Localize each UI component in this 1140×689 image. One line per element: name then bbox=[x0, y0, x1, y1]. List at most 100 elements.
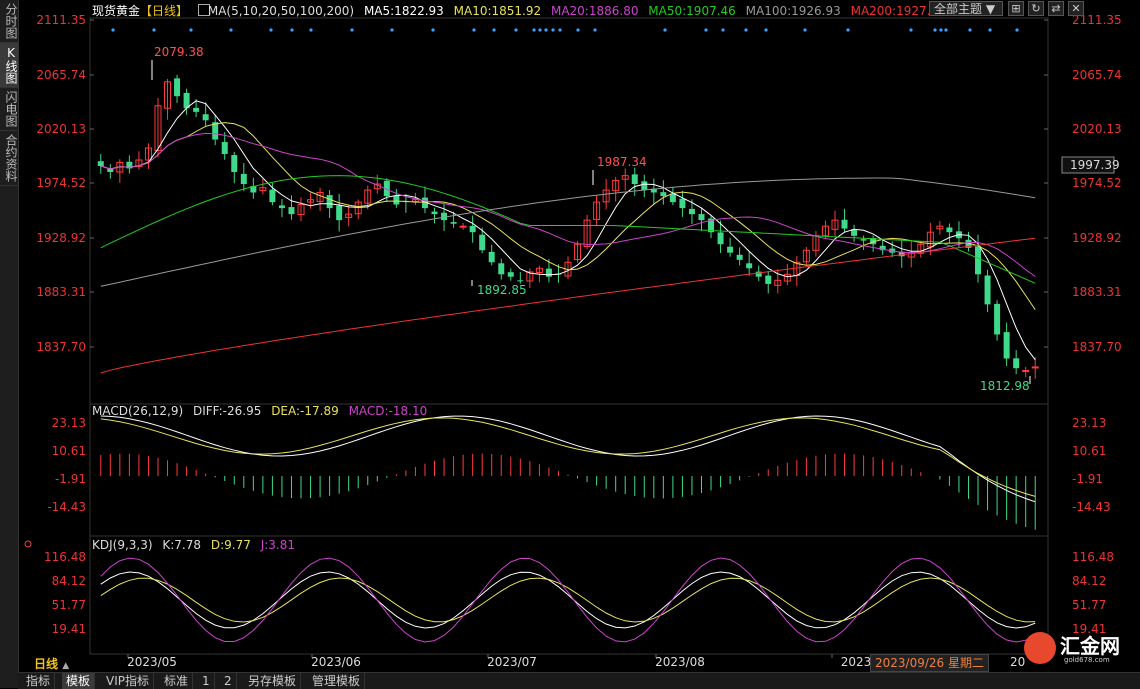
candle-down bbox=[97, 161, 104, 167]
kdj-label-left: 51.77 bbox=[52, 598, 86, 612]
candle-down bbox=[431, 211, 438, 215]
event-dot bbox=[846, 28, 850, 32]
macd-dea: DEA:-17.89 bbox=[271, 404, 339, 418]
date-label: 2023/05 bbox=[127, 655, 177, 669]
candle-down bbox=[545, 268, 552, 277]
event-dot bbox=[152, 28, 156, 32]
tab-save-template[interactable]: 另存模板 bbox=[244, 673, 302, 689]
price-label-left: 2065.74 bbox=[36, 68, 86, 82]
kdj-label-left: 116.48 bbox=[44, 550, 86, 564]
macd-label-right: -1.91 bbox=[1072, 472, 1103, 486]
event-dot bbox=[933, 28, 937, 32]
event-dot bbox=[111, 28, 115, 32]
candle-down bbox=[174, 78, 181, 97]
tab-1[interactable]: 1 bbox=[198, 673, 215, 689]
current-price-label: 1997.39 bbox=[1070, 158, 1120, 172]
macd-label-right: 10.61 bbox=[1072, 444, 1106, 458]
candle-down bbox=[679, 198, 686, 209]
event-dot bbox=[764, 28, 768, 32]
macd-panel-border bbox=[89, 403, 1049, 537]
candle-down bbox=[450, 222, 457, 224]
price-label-left: 1928.92 bbox=[36, 231, 86, 245]
macd-label-left: 10.61 bbox=[52, 444, 86, 458]
event-dot bbox=[390, 28, 394, 32]
tab-template[interactable]: 模板 bbox=[62, 673, 96, 689]
candle-down bbox=[507, 272, 514, 277]
theme-select[interactable]: 全部主题 ▼ bbox=[929, 1, 1003, 16]
candle-up bbox=[459, 225, 467, 228]
candle-down bbox=[278, 205, 285, 209]
candle-down bbox=[517, 280, 524, 282]
event-dot bbox=[939, 28, 943, 32]
chart-canvas[interactable]: 2111.35 2111.352065.74 2065.742020.13 2020.… bbox=[0, 0, 1140, 672]
event-dot bbox=[803, 28, 807, 32]
tab-manage-template[interactable]: 管理模板 bbox=[308, 673, 366, 689]
candle-down bbox=[488, 251, 495, 263]
event-dot bbox=[593, 28, 597, 32]
candle-down bbox=[717, 232, 724, 245]
candle-down bbox=[393, 195, 400, 205]
event-dot bbox=[558, 28, 562, 32]
ma-label: MA(5,10,20,50,100,200) bbox=[207, 4, 355, 18]
tab-indicator[interactable]: 指标 bbox=[22, 673, 56, 689]
price-label-right: 1928.92 bbox=[1072, 231, 1122, 245]
macd-diff: DIFF:-26.95 bbox=[192, 404, 262, 418]
tab-standard[interactable]: 标准 bbox=[160, 673, 194, 689]
event-dot bbox=[269, 28, 273, 32]
period-switch[interactable]: 日线 ▲ bbox=[34, 655, 69, 672]
candle-down bbox=[688, 208, 695, 215]
event-dot bbox=[309, 28, 313, 32]
candle-down bbox=[946, 227, 953, 233]
candle-down bbox=[994, 303, 1001, 335]
candle-down bbox=[469, 225, 476, 233]
tab-2[interactable]: 2 bbox=[220, 673, 237, 689]
kdj-j: J:3.81 bbox=[260, 538, 295, 552]
bottom-tabs: 指标 模板 VIP指标 标准 1 2 另存模板 管理模板 bbox=[18, 672, 1140, 689]
event-dot bbox=[514, 28, 518, 32]
ma20-line bbox=[100, 132, 1036, 277]
kdj-k-line bbox=[100, 571, 1036, 629]
grid-icon[interactable]: ⊞ bbox=[1008, 1, 1024, 16]
candle-down bbox=[698, 214, 705, 221]
candle-down bbox=[221, 142, 228, 154]
candle-down bbox=[641, 181, 648, 191]
event-dot bbox=[544, 28, 548, 32]
event-dot bbox=[663, 28, 667, 32]
logo-sub: gold678.com bbox=[1064, 656, 1110, 664]
close-icon[interactable]: ✕ bbox=[1068, 1, 1084, 16]
candle-down bbox=[498, 263, 505, 275]
event-dot bbox=[1015, 28, 1019, 32]
macd-label-left: -14.43 bbox=[47, 500, 86, 514]
kdj-settings-icon bbox=[24, 540, 32, 548]
ma50-value: MA50:1907.46 bbox=[648, 4, 736, 18]
candle-down bbox=[746, 263, 753, 269]
ma20-value: MA20:1886.80 bbox=[550, 4, 639, 18]
refresh-icon[interactable]: ↻ bbox=[1028, 1, 1044, 16]
date-label: 2023/07 bbox=[487, 655, 537, 669]
candle-down bbox=[669, 193, 676, 203]
crosshair-date-tip: 2023/09/26 星期二 bbox=[870, 654, 989, 672]
kdj-d-line bbox=[100, 577, 1036, 623]
candle-down bbox=[765, 275, 772, 284]
event-dot bbox=[551, 28, 555, 32]
candle-down bbox=[479, 234, 486, 251]
swap-icon[interactable]: ⇄ bbox=[1048, 1, 1064, 16]
kdj-title: KDJ(9,3,3) bbox=[92, 538, 153, 552]
candle-down bbox=[240, 173, 247, 185]
event-dot bbox=[492, 28, 496, 32]
kdj-j-line bbox=[100, 557, 1036, 643]
macd-legend: MACD(26,12,9) DIFF:-26.95 DEA:-17.89 MAC… bbox=[92, 404, 433, 418]
tab-vip-indicator[interactable]: VIP指标 bbox=[102, 673, 154, 689]
price-label-left: 2020.13 bbox=[36, 122, 86, 136]
event-dot bbox=[576, 28, 580, 32]
main-legend: 现货黄金【日线】 MA(5,10,20,50,100,200) MA5:1822… bbox=[92, 2, 944, 19]
main-panel-border bbox=[89, 17, 1049, 405]
candle-down bbox=[202, 114, 209, 121]
macd-label-left: 23.13 bbox=[52, 416, 86, 430]
ma5-value: MA5:1822.93 bbox=[363, 4, 444, 18]
candle-up bbox=[1022, 370, 1030, 373]
ma100-value: MA100:1926.93 bbox=[745, 4, 841, 18]
event-dot bbox=[229, 28, 233, 32]
chevron-up-icon: ▲ bbox=[62, 661, 70, 671]
kdj-label-right: 84.12 bbox=[1072, 574, 1106, 588]
